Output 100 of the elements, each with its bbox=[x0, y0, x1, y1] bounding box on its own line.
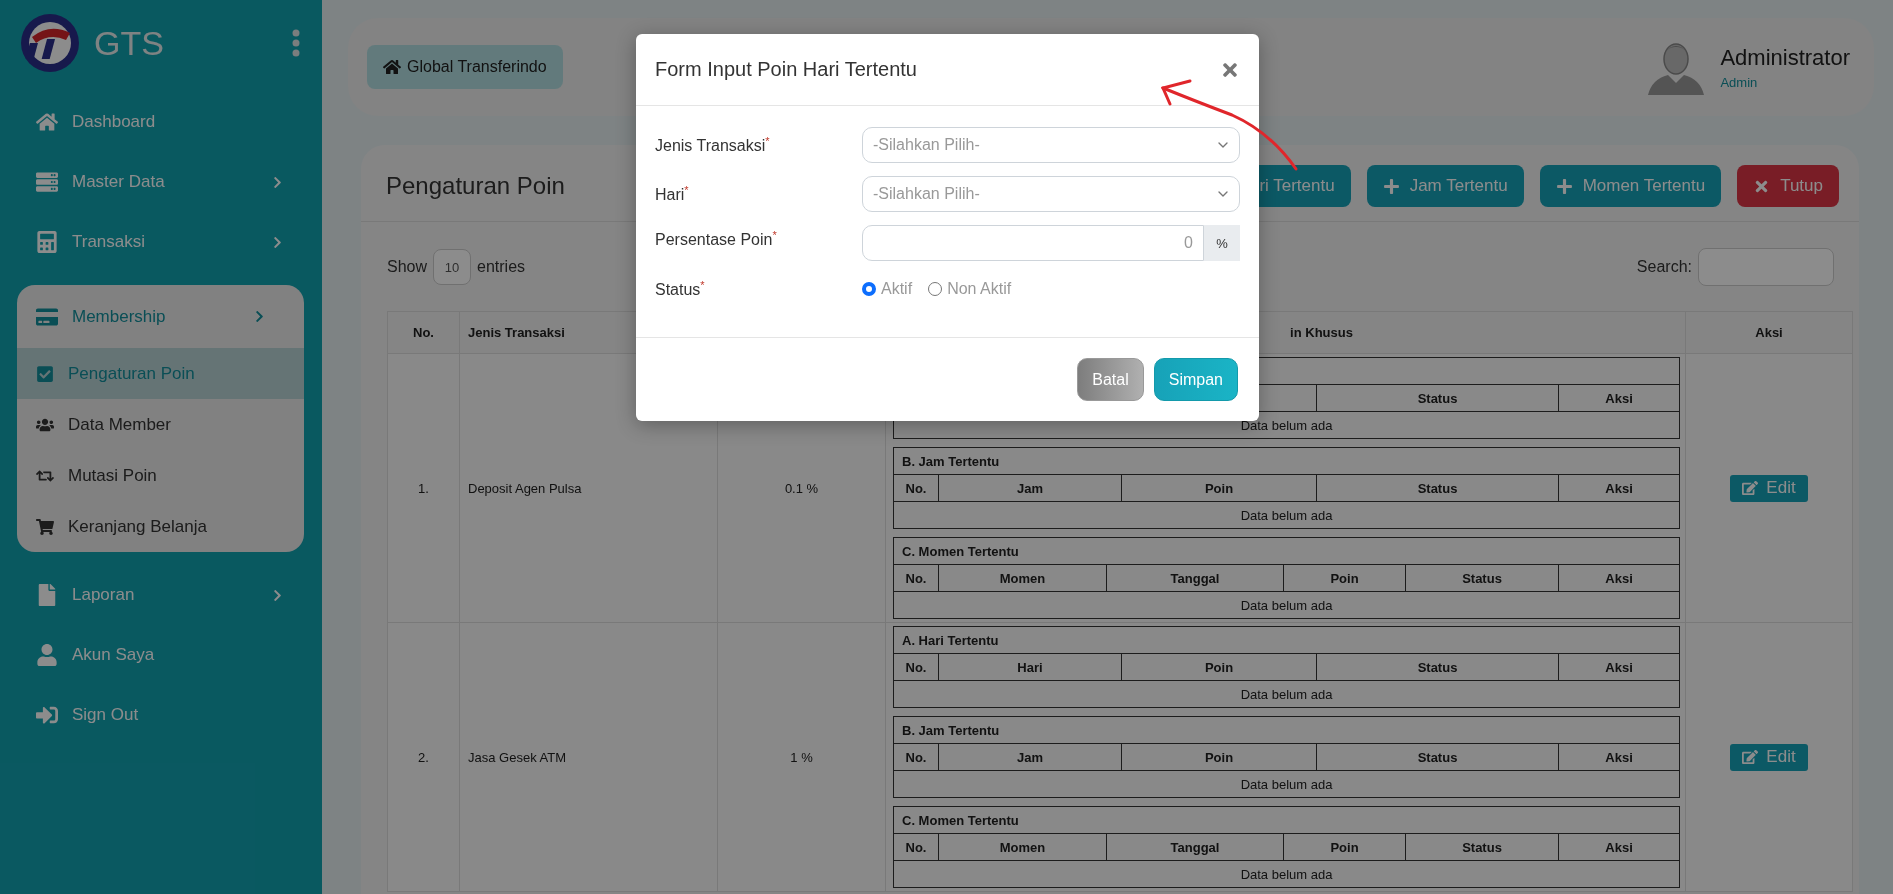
chevron-right-icon bbox=[253, 310, 266, 323]
empty-message: Data belum ada bbox=[1240, 776, 1333, 792]
add-button[interactable]: Momen Tertentu bbox=[1539, 165, 1722, 207]
column-header: Poin bbox=[1330, 839, 1359, 855]
chevron-right-icon bbox=[271, 235, 284, 249]
chevron-right-icon bbox=[271, 175, 284, 189]
column-header: No. bbox=[905, 749, 927, 765]
select-field[interactable]: -Silahkan Pilih- bbox=[862, 127, 1240, 163]
nav-item[interactable]: Sign Out bbox=[0, 685, 322, 745]
column-header: Status bbox=[1417, 390, 1458, 406]
save-button[interactable]: Simpan bbox=[1153, 358, 1238, 401]
more-options-icon[interactable] bbox=[292, 29, 300, 57]
column-header: No. bbox=[413, 325, 434, 340]
column-header: No. bbox=[905, 480, 927, 496]
subtable-title: C. Momen Tertentu bbox=[902, 543, 1019, 559]
percentage-input[interactable]: 0 bbox=[862, 225, 1204, 261]
column-header: Tanggal bbox=[1170, 839, 1220, 855]
breadcrumb-button[interactable]: Global Transferindo bbox=[367, 45, 563, 89]
field-label: Jenis Transaksi$^{*}$ bbox=[655, 134, 771, 156]
column-header: Jenis Transaksi bbox=[468, 325, 565, 340]
nav-icon bbox=[36, 644, 58, 666]
user-role: Admin bbox=[1720, 74, 1759, 90]
plus-icon bbox=[1555, 177, 1573, 195]
submenu-item[interactable]: Mutasi Poin bbox=[17, 450, 304, 501]
subtable-title: B. Jam Tertentu bbox=[902, 722, 1000, 738]
length-label: Show bbox=[387, 258, 428, 276]
table-cell: 2. bbox=[418, 749, 429, 765]
radio-option[interactable]: Non Aktif bbox=[928, 280, 1012, 298]
user-name: Administrator bbox=[1720, 44, 1850, 71]
close-button[interactable]: Tutup bbox=[1737, 165, 1839, 207]
column-header: Poin bbox=[1204, 659, 1234, 675]
page-title: Pengaturan Poin bbox=[386, 172, 565, 200]
cancel-button[interactable]: Batal bbox=[1077, 358, 1144, 401]
field-label: Hari$^{*}$ bbox=[655, 183, 690, 205]
column-header: Jam bbox=[1017, 480, 1043, 496]
modal-title: Form Input Poin Hari Tertentu bbox=[655, 58, 918, 81]
edit-button[interactable]: Edit bbox=[1730, 474, 1808, 502]
submenu-item[interactable]: Pengaturan Poin bbox=[17, 348, 304, 399]
table-cell: 0.1 % bbox=[784, 480, 819, 496]
nav-item[interactable]: Transaksi bbox=[0, 212, 322, 272]
submenu-item[interactable]: Data Member bbox=[17, 399, 304, 450]
empty-message: Data belum ada bbox=[1240, 866, 1333, 882]
field-label: Status$^{*}$ bbox=[655, 278, 706, 300]
column-header: Tanggal bbox=[1170, 570, 1220, 586]
column-header: Aksi bbox=[1605, 749, 1633, 765]
column-header: Jam bbox=[1017, 749, 1043, 765]
column-header: Status bbox=[1417, 659, 1458, 675]
nav-icon bbox=[36, 111, 58, 133]
nav-item[interactable]: Membership bbox=[17, 285, 304, 348]
nav-item[interactable]: Dashboard bbox=[0, 92, 322, 152]
nav-icon bbox=[36, 584, 58, 606]
column-header: Status bbox=[1462, 839, 1502, 855]
chevron-right-icon bbox=[271, 588, 284, 602]
empty-message: Data belum ada bbox=[1240, 597, 1333, 613]
logo-icon bbox=[20, 13, 80, 73]
submenu-icon bbox=[36, 517, 54, 536]
subtable-title: C. Momen Tertentu bbox=[902, 812, 1019, 828]
column-header: Aksi bbox=[1605, 839, 1633, 855]
add-button[interactable]: Jam Tertentu bbox=[1366, 165, 1524, 207]
column-header: Status bbox=[1417, 480, 1458, 496]
column-header: Momen bbox=[999, 839, 1046, 855]
edit-button[interactable]: Edit bbox=[1730, 743, 1808, 771]
table-cell: 1 % bbox=[790, 749, 813, 765]
column-header: Poin bbox=[1204, 480, 1234, 496]
input-addon: % bbox=[1204, 225, 1240, 261]
select-field[interactable]: -Silahkan Pilih- bbox=[862, 176, 1240, 212]
submenu-item[interactable]: Keranjang Belanja bbox=[17, 501, 304, 552]
radio-option[interactable]: Aktif bbox=[862, 280, 913, 298]
nav-item[interactable]: Akun Saya bbox=[0, 625, 322, 685]
column-header: Hari bbox=[1017, 659, 1043, 675]
page-length-select[interactable]: 10 bbox=[433, 249, 472, 285]
column-header: No. bbox=[905, 570, 927, 586]
empty-message: Data belum ada bbox=[1240, 507, 1333, 523]
column-header: Status bbox=[1462, 570, 1502, 586]
column-header: Momen bbox=[999, 570, 1046, 586]
home-icon bbox=[383, 58, 401, 76]
table-cell: 1. bbox=[418, 480, 429, 496]
table-cell: Deposit Agen Pulsa bbox=[468, 480, 582, 496]
table-cell: Jasa Gesek ATM bbox=[468, 749, 566, 765]
subtable-title: B. Jam Tertentu bbox=[902, 453, 1000, 469]
column-header: Aksi bbox=[1605, 659, 1633, 675]
submenu-icon bbox=[36, 364, 54, 383]
column-header: Aksi bbox=[1605, 480, 1633, 496]
subtable-title: A. Hari Tertentu bbox=[902, 632, 999, 648]
nav-icon bbox=[36, 305, 58, 328]
nav-item[interactable]: Master Data bbox=[0, 152, 322, 212]
nav-icon bbox=[36, 171, 58, 193]
empty-message: Data belum ada bbox=[1240, 417, 1333, 433]
empty-message: Data belum ada bbox=[1240, 686, 1333, 702]
search-label: Search: bbox=[1636, 258, 1692, 276]
brand-name: GTS bbox=[94, 23, 165, 63]
nav-icon bbox=[36, 704, 58, 726]
field-label: Persentase Poin$^{*}$ bbox=[655, 228, 778, 250]
nav-icon bbox=[36, 231, 58, 253]
column-header: in Khusus bbox=[1290, 325, 1353, 340]
column-header: Aksi bbox=[1605, 390, 1633, 406]
column-header: No. bbox=[905, 659, 927, 675]
search-field[interactable] bbox=[1698, 248, 1834, 286]
column-header: Aksi bbox=[1755, 325, 1783, 340]
nav-item[interactable]: Laporan bbox=[0, 565, 322, 625]
